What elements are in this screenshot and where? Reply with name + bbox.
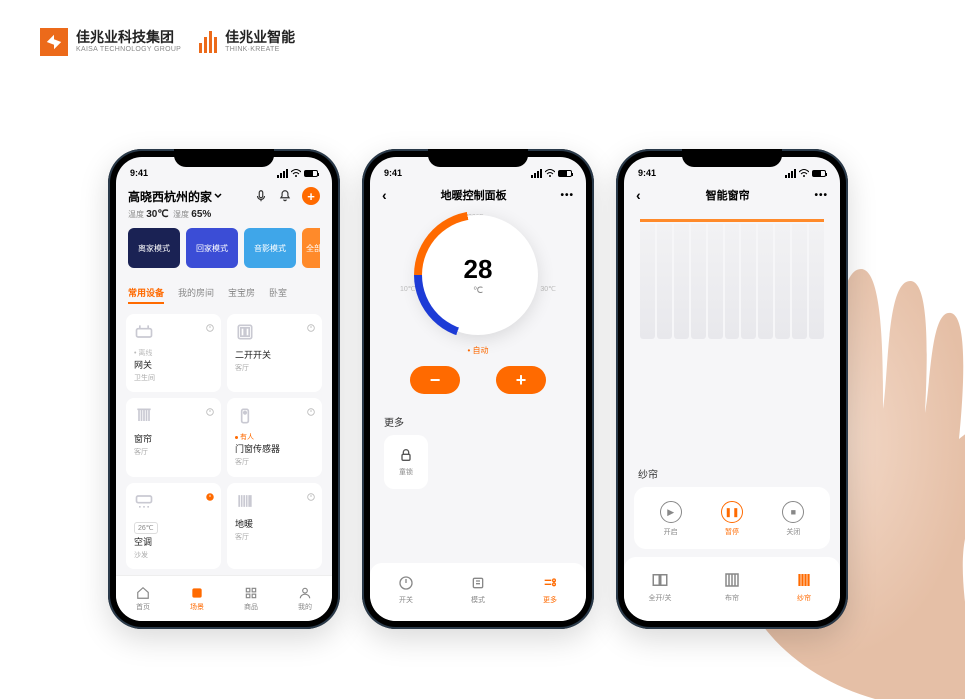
scene-mode-0[interactable]: 离家模式 xyxy=(128,228,180,268)
phone-home: 9:41 高晓西杭州的家 + xyxy=(108,149,340,629)
power-icon[interactable] xyxy=(306,404,316,414)
thinkkreate-logo-sub: THINK·KREATE xyxy=(225,46,295,54)
scene-mode-1[interactable]: 回家模式 xyxy=(186,228,238,268)
device-icon xyxy=(134,491,154,511)
nav-home[interactable]: 首页 xyxy=(116,576,170,621)
device-icon xyxy=(134,406,154,426)
thinkkreate-logo-text: 佳兆业智能 xyxy=(225,30,295,45)
environment-readout: 温度 30℃ 湿度 65% xyxy=(128,209,320,220)
child-lock-button[interactable]: 童锁 xyxy=(384,435,428,489)
nav-user[interactable]: 我的 xyxy=(278,576,332,621)
curtain-pause-button[interactable]: ❚❚暂停 xyxy=(721,501,743,537)
wifi-icon xyxy=(799,169,809,177)
section-more: 更多 xyxy=(370,404,586,435)
device-card-5[interactable]: 地暖客厅 xyxy=(227,483,322,569)
bottom-power[interactable]: 开关 xyxy=(370,575,442,605)
page-title: 地暖控制面板 xyxy=(441,187,507,203)
nav-scene[interactable]: 场景 xyxy=(170,576,224,621)
home-selector[interactable]: 高晓西杭州的家 xyxy=(128,188,222,205)
stop-icon: ■ xyxy=(782,501,804,523)
bottom-settings[interactable]: 更多 xyxy=(514,575,586,605)
battery-icon xyxy=(812,170,826,177)
power-icon[interactable] xyxy=(205,404,215,414)
device-card-0[interactable]: • 离线网关卫生间 xyxy=(126,314,221,392)
wifi-icon xyxy=(545,169,555,177)
power-icon[interactable] xyxy=(205,320,215,330)
kaisa-logo-sub: KAISA TECHNOLOGY GROUP xyxy=(76,46,181,54)
phone-heating: 9:41 ‹ 地暖控制面板 ••• 10℃ 20℃ 30℃ xyxy=(362,149,594,629)
status-time: 9:41 xyxy=(130,168,148,178)
device-icon xyxy=(235,322,255,342)
dial-unit: ℃ xyxy=(473,285,483,296)
wifi-icon xyxy=(291,169,301,177)
signal-icon xyxy=(277,169,288,178)
kaisa-logo-text: 佳兆业科技集团 xyxy=(76,30,181,45)
device-icon xyxy=(235,491,255,511)
more-button[interactable]: ••• xyxy=(560,190,574,201)
thinkkreate-logo: 佳兆业智能 THINK·KREATE xyxy=(199,30,295,53)
device-name: 窗帘 xyxy=(134,432,213,445)
bottom-mode[interactable]: 模式 xyxy=(442,575,514,605)
dial-value: 28 xyxy=(464,254,493,285)
kaisa-logo-icon xyxy=(40,28,68,56)
device-name: 地暖 xyxy=(235,517,314,530)
curtain-tab-cloth[interactable]: 布帘 xyxy=(696,571,768,603)
temperature-dial[interactable]: 28 ℃ xyxy=(418,215,538,335)
power-icon[interactable] xyxy=(306,320,316,330)
more-button[interactable]: ••• xyxy=(814,190,828,201)
mic-icon[interactable] xyxy=(254,189,268,203)
device-room: 沙发 xyxy=(134,550,213,560)
pause-icon: ❚❚ xyxy=(721,501,743,523)
device-name: 空调 xyxy=(134,535,213,548)
tab-0[interactable]: 常用设备 xyxy=(128,286,164,304)
device-room: 客厅 xyxy=(235,457,314,467)
back-button[interactable]: ‹ xyxy=(636,187,641,203)
device-name: 二开开关 xyxy=(235,348,314,361)
bell-icon[interactable] xyxy=(278,189,292,203)
signal-icon xyxy=(785,169,796,178)
status-time: 9:41 xyxy=(638,168,656,178)
device-room: 卫生间 xyxy=(134,373,213,383)
battery-icon xyxy=(304,170,318,177)
phone-curtain: 9:41 ‹ 智能窗帘 ••• 纱帘 ▶开启❚❚暂停■关闭 全开 xyxy=(616,149,848,629)
scene-mode-2[interactable]: 音影模式 xyxy=(244,228,296,268)
tab-2[interactable]: 宝宝房 xyxy=(228,286,255,304)
thinkkreate-logo-icon xyxy=(199,31,217,53)
curtain-stop-button[interactable]: ■关闭 xyxy=(782,501,804,537)
add-button[interactable]: + xyxy=(302,187,320,205)
device-room: 客厅 xyxy=(235,363,314,373)
curtain-play-button[interactable]: ▶开启 xyxy=(660,501,682,537)
device-card-2[interactable]: 窗帘客厅 xyxy=(126,398,221,476)
device-tag: 有人 xyxy=(235,432,314,442)
device-icon xyxy=(134,322,154,342)
power-icon[interactable] xyxy=(205,489,215,499)
signal-icon xyxy=(531,169,542,178)
power-icon[interactable] xyxy=(306,489,316,499)
play-icon: ▶ xyxy=(660,501,682,523)
back-button[interactable]: ‹ xyxy=(382,187,387,203)
device-room: 客厅 xyxy=(134,447,213,457)
lock-icon xyxy=(398,447,414,463)
scene-mode-3[interactable]: 全部 xyxy=(302,228,320,268)
tab-3[interactable]: 卧室 xyxy=(269,286,287,304)
nav-grid[interactable]: 商品 xyxy=(224,576,278,621)
chevron-down-icon xyxy=(214,192,222,200)
kaisa-logo: 佳兆业科技集团 KAISA TECHNOLOGY GROUP xyxy=(40,28,181,56)
status-time: 9:41 xyxy=(384,168,402,178)
tab-1[interactable]: 我的房间 xyxy=(178,286,214,304)
battery-icon xyxy=(558,170,572,177)
device-room: 客厅 xyxy=(235,532,314,542)
section-sheer: 纱帘 xyxy=(624,456,840,487)
device-name: 门窗传感器 xyxy=(235,442,314,455)
device-card-4[interactable]: 26℃空调沙发 xyxy=(126,483,221,569)
device-card-1[interactable]: 二开开关客厅 xyxy=(227,314,322,392)
curtain-tab-sheer[interactable]: 纱帘 xyxy=(768,571,840,603)
device-card-3[interactable]: 有人门窗传感器客厅 xyxy=(227,398,322,476)
curtain-tab-full[interactable]: 全开/关 xyxy=(624,571,696,603)
device-icon xyxy=(235,406,255,426)
curtain-graphic xyxy=(640,219,824,339)
device-name: 网关 xyxy=(134,358,213,371)
page-title: 智能窗帘 xyxy=(706,187,750,203)
